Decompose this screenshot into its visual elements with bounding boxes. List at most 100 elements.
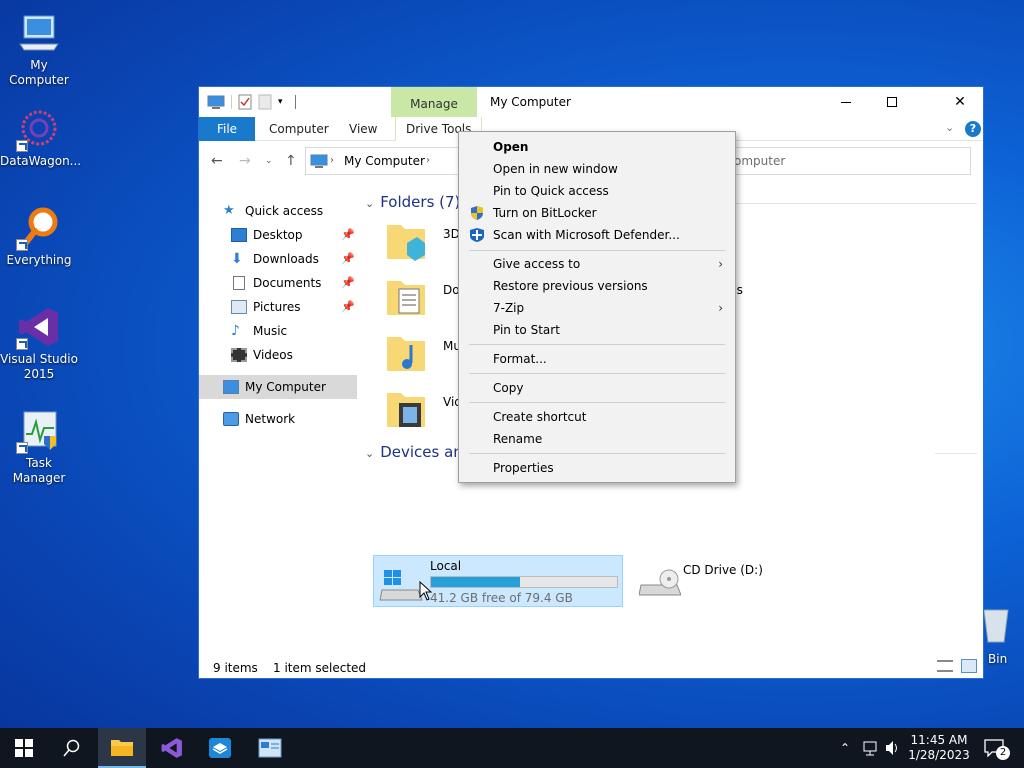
nav-videos[interactable]: Videos [199, 343, 357, 367]
manage-tab[interactable]: Manage [391, 87, 477, 117]
nav-network[interactable]: Network [199, 407, 357, 431]
selection-count: 1 item selected [273, 661, 367, 675]
cd-drive-d[interactable]: CD Drive (D:) [629, 555, 829, 605]
menu-label: Scan with Microsoft Defender... [493, 228, 680, 242]
taskbar-file-explorer[interactable] [98, 728, 146, 768]
show-hidden-icons-icon[interactable]: ⌃ [840, 728, 850, 768]
tab-view[interactable]: View [339, 117, 387, 141]
context-menu[interactable]: Open Open in new window Pin to Quick acc… [458, 131, 736, 483]
maximize-button[interactable] [869, 87, 915, 117]
nav-music[interactable]: ♪ Music [199, 319, 357, 343]
pin-icon[interactable]: 📌 [341, 271, 355, 295]
search-input[interactable]: omputer [719, 147, 971, 175]
pin-icon[interactable]: 📌 [341, 223, 355, 247]
new-folder-icon[interactable] [258, 94, 272, 110]
menu-scan-defender[interactable]: Scan with Microsoft Defender... [459, 224, 735, 246]
desktop-icon-everything[interactable]: Everything [0, 205, 78, 268]
desktop-icon-datawagon[interactable]: DataWagon... [0, 106, 81, 169]
shortcut-arrow-icon [16, 442, 28, 454]
folders-group-header[interactable]: ⌄ Folders (7) [365, 193, 460, 211]
drive-usage-fill [431, 577, 521, 587]
clock-date: 1/28/2023 [908, 748, 970, 762]
menu-separator [469, 402, 725, 403]
pin-icon[interactable]: 📌 [341, 295, 355, 319]
nav-documents[interactable]: Documents 📌 [199, 271, 357, 295]
task-manager-icon [16, 408, 62, 454]
menu-open[interactable]: Open [459, 136, 735, 158]
large-icons-view-icon[interactable] [961, 659, 977, 673]
menu-restore-versions[interactable]: Restore previous versions [459, 275, 735, 297]
menu-properties[interactable]: Properties [459, 457, 735, 479]
recycle-bin-label: Bin [988, 652, 1008, 666]
menu-7zip[interactable]: 7-Zip › [459, 297, 735, 319]
document-icon [233, 276, 245, 290]
volume-icon[interactable] [884, 728, 902, 768]
chevron-down-icon: ⌄ [365, 197, 375, 210]
group-label: Folders (7) [380, 193, 461, 211]
details-view-icon[interactable] [937, 660, 953, 672]
package-app-icon [209, 738, 231, 758]
search-button[interactable] [48, 728, 96, 768]
nav-my-computer[interactable]: My Computer [199, 375, 357, 399]
address-field[interactable]: › My Computer › [305, 147, 481, 175]
3d-objects-folder-icon [387, 225, 425, 261]
help-icon[interactable]: ? [965, 121, 981, 137]
menu-separator [469, 250, 725, 251]
desktop-icon-my-computer[interactable]: My Computer [0, 10, 78, 88]
menu-rename[interactable]: Rename [459, 428, 735, 450]
menu-pin-quick-access[interactable]: Pin to Quick access [459, 180, 735, 202]
taskbar-app-4[interactable] [246, 728, 294, 768]
local-disk-c-drive[interactable]: Local 41.2 GB free of 79.4 GB [373, 555, 623, 607]
menu-create-shortcut[interactable]: Create shortcut [459, 406, 735, 428]
start-button[interactable] [0, 728, 48, 768]
menu-give-access[interactable]: Give access to › [459, 253, 735, 275]
nav-desktop[interactable]: Desktop 📌 [199, 223, 357, 247]
desktop-icon [231, 228, 247, 242]
title-bar[interactable]: ▾ Manage My Computer ✕ [199, 87, 983, 117]
minimize-button[interactable] [823, 87, 869, 117]
desktop-icon-label: Everything [6, 253, 72, 267]
clock-time: 11:45 AM [910, 733, 968, 747]
address-chevron-icon[interactable]: › [330, 148, 334, 174]
expand-ribbon-icon[interactable]: ⌄ [945, 121, 954, 134]
address-chevron-icon[interactable]: › [426, 148, 430, 174]
address-location[interactable]: My Computer [344, 154, 425, 168]
devices-group-header[interactable]: ⌄ Devices and [365, 443, 472, 461]
menu-separator [469, 344, 725, 345]
visual-studio-icon [16, 304, 62, 350]
menu-turn-on-bitlocker[interactable]: Turn on BitLocker [459, 202, 735, 224]
desktop-icon-visual-studio[interactable]: Visual Studio 2015 [0, 304, 78, 382]
desktop-icon-label: My Computer [9, 58, 69, 87]
drive-free-space: 41.2 GB free of 79.4 GB [430, 591, 573, 605]
drive-label: CD Drive (D:) [683, 563, 763, 577]
nav-pictures[interactable]: Pictures 📌 [199, 295, 357, 319]
tab-computer[interactable]: Computer [259, 117, 339, 141]
cd-drive-icon [639, 569, 681, 596]
properties-icon[interactable] [238, 94, 252, 110]
menu-format[interactable]: Format... [459, 348, 735, 370]
desktop-icon-task-manager[interactable]: Task Manager [0, 408, 78, 486]
taskbar-app-3[interactable] [196, 728, 244, 768]
close-button[interactable]: ✕ [937, 87, 983, 117]
menu-copy[interactable]: Copy [459, 377, 735, 399]
nav-label: Quick access [245, 204, 324, 218]
nav-label: My Computer [245, 380, 326, 394]
recent-locations-icon[interactable]: ⌄ [265, 156, 273, 166]
nav-downloads[interactable]: ⬇ Downloads 📌 [199, 247, 357, 271]
pin-icon[interactable]: 📌 [341, 247, 355, 271]
taskbar-visual-studio[interactable] [148, 728, 196, 768]
mouse-cursor-icon [419, 581, 433, 601]
forward-button[interactable]: → [239, 153, 251, 169]
search-icon [63, 739, 80, 757]
up-button[interactable]: ↑ [285, 153, 297, 169]
menu-open-new-window[interactable]: Open in new window [459, 158, 735, 180]
action-center-button[interactable]: 2 [980, 728, 1016, 768]
taskbar-clock[interactable]: 11:45 AM 1/28/2023 [906, 733, 972, 763]
back-button[interactable]: ← [211, 153, 223, 169]
nav-quick-access[interactable]: ★ Quick access [199, 199, 357, 223]
network-tray-icon[interactable] [862, 728, 880, 768]
tab-file[interactable]: File [199, 117, 255, 141]
customize-qat-icon[interactable]: ▾ [278, 97, 283, 107]
menu-pin-start[interactable]: Pin to Start [459, 319, 735, 341]
music-folder-icon [387, 337, 425, 371]
